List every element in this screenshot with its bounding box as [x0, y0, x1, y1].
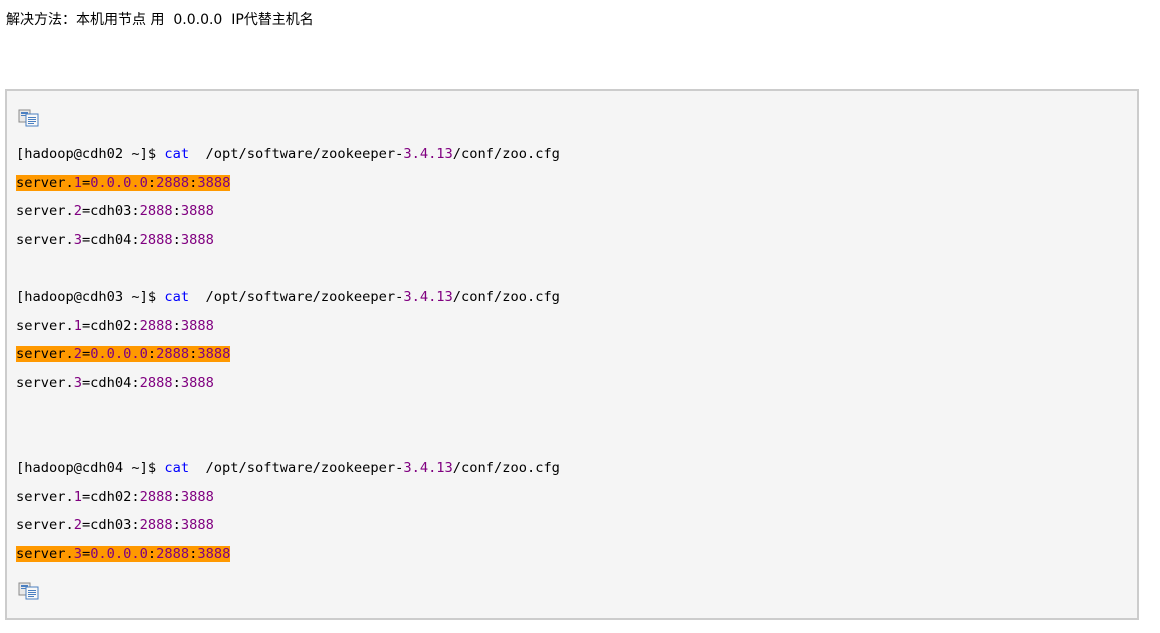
code-line-command: [hadoop@cdh02 ~]$ cat /opt/software/zook… [16, 146, 560, 162]
shell-prompt: [hadoop@cdh04 ~]$ [16, 460, 165, 476]
code-line-command: [hadoop@cdh03 ~]$ cat /opt/software/zook… [16, 289, 560, 305]
shell-command: cat [164, 146, 190, 162]
copy-code-icon[interactable] [18, 109, 40, 127]
code-block: [hadoop@cdh02 ~]$ cat /opt/software/zook… [5, 89, 1139, 620]
code-line-server: server.3=cdh04:2888:3888 [16, 232, 214, 248]
code-line-server: server.2=cdh03:2888:3888 [16, 203, 214, 219]
shell-prompt: [hadoop@cdh02 ~]$ [16, 146, 165, 162]
highlighted-line: server.2=0.0.0.0:2888:3888 [16, 346, 231, 362]
highlighted-line: server.1=0.0.0.0:2888:3888 [16, 175, 231, 191]
code-line-server: server.3=0.0.0.0:2888:3888 [16, 544, 231, 564]
shell-prompt: [hadoop@cdh03 ~]$ [16, 289, 165, 305]
code-line-command: [hadoop@cdh04 ~]$ cat /opt/software/zook… [16, 460, 560, 476]
shell-command: cat [164, 460, 190, 476]
solution-text: 解决方法：本机用节点 用 0.0.0.0 IP代替主机名 [6, 12, 314, 28]
code-line-server: server.2=0.0.0.0:2888:3888 [16, 344, 231, 364]
highlighted-line: server.3=0.0.0.0:2888:3888 [16, 546, 231, 562]
shell-command: cat [164, 289, 190, 305]
code-line-server: server.1=cdh02:2888:3888 [16, 489, 214, 505]
code-line-server: server.2=cdh03:2888:3888 [16, 517, 214, 533]
copy-code-icon[interactable] [18, 582, 40, 600]
code-line-server: server.1=cdh02:2888:3888 [16, 318, 214, 334]
code-line-server: server.1=0.0.0.0:2888:3888 [16, 173, 231, 193]
code-line-server: server.3=cdh04:2888:3888 [16, 375, 214, 391]
